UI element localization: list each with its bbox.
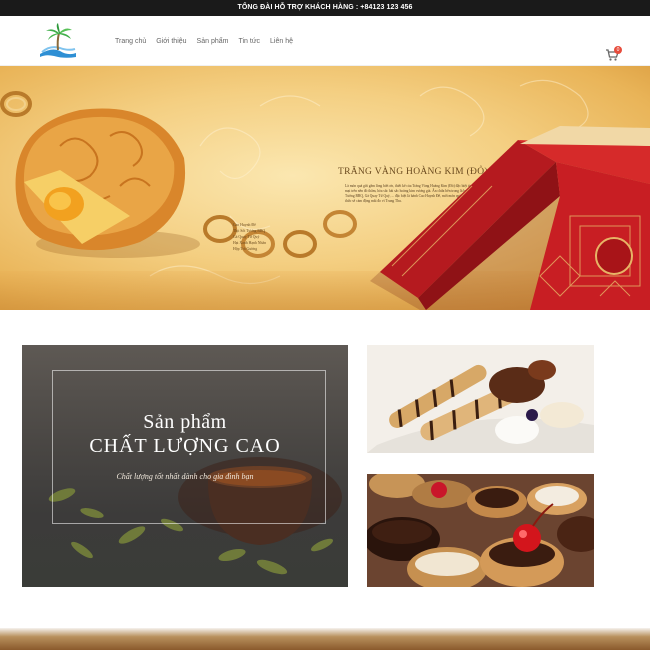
wafer-rolls-dessert-photo[interactable] [367,345,594,453]
tarts-image [367,474,594,587]
nav-item-about[interactable]: Giới thiệu [156,38,186,45]
red-gift-box-image [370,126,650,310]
chocolate-tarts-photo[interactable] [367,474,594,587]
cart-count-badge: 0 [614,46,622,54]
quality-promo-card[interactable]: Sản phẩm CHẤT LƯỢNG CAO Chất lượng tốt n… [22,345,348,587]
nav-item-home[interactable]: Trang chủ [115,38,146,45]
promo-title: CHẤT LƯỢNG CAO [89,435,281,457]
dessert-plate-image [367,345,594,453]
support-hotline-bar: TỔNG ĐÀI HỖ TRỢ KHÁCH HÀNG : +84123 123 … [0,0,650,16]
promo-tagline: Chất lượng tốt nhất dành cho gia đình bạ… [116,472,254,481]
nav-item-news[interactable]: Tin tức [238,38,260,45]
nav-item-products[interactable]: Sản phẩm [197,38,229,45]
nav-item-contact[interactable]: Liên hệ [270,38,293,45]
hero-banner[interactable]: TRĂNG VÀNG HOÀNG KIM (ĐỎ) Là món quà gửi… [0,66,650,310]
bottom-section-image-strip [0,628,650,650]
hotline-text: TỔNG ĐÀI HỖ TRỢ KHÁCH HÀNG : +84123 123 … [237,4,413,11]
promo-subtitle: Sản phẩm [143,411,227,433]
palm-island-logo[interactable] [38,23,78,59]
site-header: Trang chủ Giới thiệu Sản phẩm Tin tức Li… [0,16,650,66]
main-nav: Trang chủ Giới thiệu Sản phẩm Tin tức Li… [115,16,303,66]
